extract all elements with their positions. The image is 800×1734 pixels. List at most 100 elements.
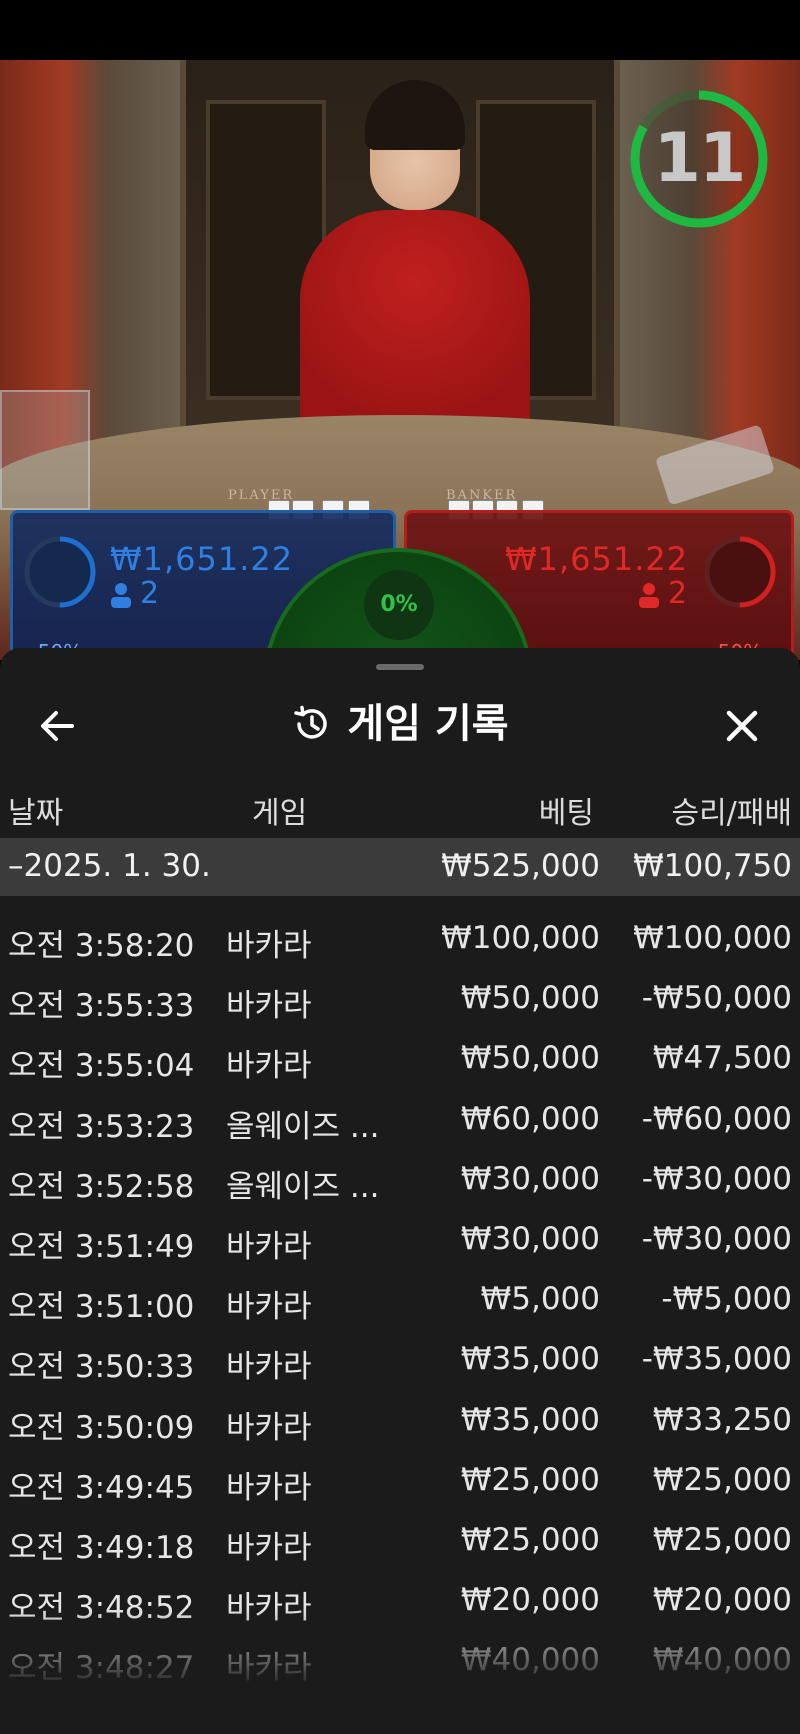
row-time: 오전 3:49:18 [8, 1529, 195, 1566]
row-game: 올웨이즈 ... [226, 1108, 380, 1145]
history-row[interactable]: 오전 3:58:20 바카라 ₩100,000 ₩100,000 [0, 912, 800, 972]
player-bettor-count: 2 [140, 576, 160, 611]
status-bar-area [0, 0, 800, 60]
row-time: 오전 3:58:20 [8, 928, 195, 964]
tie-percent: 0% [364, 570, 434, 640]
row-game: 바카라 [226, 1409, 312, 1446]
history-row[interactable]: 오전 3:48:27 바카라 ₩40,000 ₩40,000 [0, 1634, 800, 1694]
row-win-loss: ₩100,000 [633, 920, 792, 956]
row-bet: ₩40,000 [460, 1642, 600, 1679]
row-game: 올웨이즈 ... [226, 1168, 380, 1205]
row-win-loss: ₩40,000 [652, 1642, 792, 1679]
row-win-loss: -₩5,000 [661, 1281, 792, 1318]
summary-win-loss-total: ₩100,750 [633, 848, 792, 884]
column-header-game[interactable]: 게임 [252, 788, 307, 832]
row-bet: ₩50,000 [460, 980, 600, 1017]
row-bet: ₩50,000 [460, 1040, 600, 1077]
history-row[interactable]: 오전 3:49:18 바카라 ₩25,000 ₩25,000 [0, 1514, 800, 1574]
row-bet: ₩100,000 [441, 920, 600, 956]
row-game: 바카라 [226, 988, 312, 1025]
row-game: 바카라 [226, 1228, 312, 1265]
banker-bet-amount: ₩1,651.22 [505, 540, 689, 578]
row-win-loss: -₩50,000 [641, 980, 792, 1017]
sheet-drag-handle[interactable] [376, 664, 424, 670]
history-row[interactable]: 오전 3:51:49 바카라 ₩30,000 -₩30,000 [0, 1213, 800, 1273]
row-win-loss: -₩30,000 [641, 1220, 792, 1257]
history-row[interactable]: 오전 3:51:00 바카라 ₩5,000 -₩5,000 [0, 1273, 800, 1333]
row-time: 오전 3:55:04 [8, 1048, 195, 1085]
back-button[interactable] [30, 698, 86, 754]
dealer-body [300, 210, 530, 450]
row-bet: ₩30,000 [460, 1160, 600, 1197]
row-win-loss: ₩20,000 [652, 1582, 792, 1619]
row-win-loss: -₩35,000 [641, 1341, 792, 1378]
card-shoe [0, 390, 90, 510]
summary-bet-total: ₩525,000 [441, 848, 600, 884]
row-game: 바카라 [226, 1289, 312, 1326]
player-percent-ring: 50% [22, 534, 98, 664]
betting-countdown-timer: 11 [628, 88, 770, 230]
row-win-loss: ₩47,500 [652, 1040, 792, 1077]
column-header-bet[interactable]: 베팅 [539, 788, 594, 832]
row-bet: ₩60,000 [460, 1100, 600, 1137]
banker-bettor-count: 2 [668, 576, 688, 611]
row-win-loss: ₩25,000 [652, 1521, 792, 1558]
row-bet: ₩25,000 [460, 1461, 600, 1498]
game-history-sheet: 게임 기록 날짜 게임 베팅 승리/패배 –2025. 1. 30. ₩525,… [0, 648, 800, 1734]
row-bet: ₩35,000 [460, 1341, 600, 1378]
row-win-loss: ₩25,000 [652, 1461, 792, 1498]
row-time: 오전 3:55:33 [8, 988, 195, 1025]
row-time: 오전 3:50:09 [8, 1409, 195, 1446]
history-row[interactable]: 오전 3:50:09 바카라 ₩35,000 ₩33,250 [0, 1394, 800, 1454]
date-group-summary-row[interactable]: –2025. 1. 30. ₩525,000 ₩100,750 [0, 838, 800, 896]
row-game: 바카라 [226, 1529, 312, 1566]
history-rows: 오전 3:58:20 바카라 ₩100,000 ₩100,000 오전 3:55… [0, 912, 800, 1694]
row-bet: ₩30,000 [460, 1220, 600, 1257]
row-time: 오전 3:49:45 [8, 1469, 195, 1506]
row-game: 바카라 [226, 1590, 312, 1627]
arrow-left-icon [41, 711, 74, 741]
row-win-loss: -₩30,000 [641, 1160, 792, 1197]
row-game: 바카라 [226, 1650, 312, 1687]
history-row[interactable]: 오전 3:48:52 바카라 ₩20,000 ₩20,000 [0, 1574, 800, 1634]
row-game: 바카라 [226, 928, 312, 964]
history-icon [294, 705, 328, 739]
history-row[interactable]: 오전 3:55:33 바카라 ₩50,000 -₩50,000 [0, 972, 800, 1032]
history-row[interactable]: 오전 3:53:23 올웨이즈 ... ₩60,000 -₩60,000 [0, 1093, 800, 1153]
row-win-loss: -₩60,000 [641, 1100, 792, 1137]
history-row[interactable]: 오전 3:52:58 올웨이즈 ... ₩30,000 -₩30,000 [0, 1153, 800, 1213]
column-header-date[interactable]: 날짜 [8, 788, 63, 832]
column-header-win-loss[interactable]: 승리/패배 [671, 788, 792, 832]
player-bettor-count-wrap: 2 [110, 576, 159, 611]
person-icon [639, 582, 659, 608]
row-bet: ₩20,000 [460, 1582, 600, 1619]
row-time: 오전 3:48:52 [8, 1590, 195, 1627]
close-icon [726, 710, 758, 742]
row-time: 오전 3:53:23 [8, 1108, 195, 1145]
countdown-value: 11 [653, 119, 747, 198]
row-bet: ₩35,000 [460, 1401, 600, 1438]
person-icon [111, 582, 131, 608]
close-button[interactable] [714, 698, 770, 754]
banker-bettor-count-wrap: 2 [638, 576, 687, 611]
row-time: 오전 3:52:58 [8, 1168, 195, 1205]
history-row[interactable]: 오전 3:49:45 바카라 ₩25,000 ₩25,000 [0, 1454, 800, 1514]
row-game: 바카라 [226, 1048, 312, 1085]
sheet-title-wrap: 게임 기록 [0, 678, 800, 768]
history-row[interactable]: 오전 3:55:04 바카라 ₩50,000 ₩47,500 [0, 1032, 800, 1092]
history-column-headers: 날짜 게임 베팅 승리/패배 [0, 780, 800, 832]
sheet-header: 게임 기록 [0, 678, 800, 768]
row-win-loss: ₩33,250 [652, 1401, 792, 1438]
banker-percent-ring: 50% [702, 534, 778, 664]
player-bet-amount: ₩1,651.22 [110, 540, 294, 578]
history-row[interactable]: 오전 3:50:33 바카라 ₩35,000 -₩35,000 [0, 1333, 800, 1393]
row-time: 오전 3:48:27 [8, 1650, 195, 1687]
sheet-title: 게임 기록 [347, 700, 509, 747]
row-game: 바카라 [226, 1349, 312, 1386]
summary-date: –2025. 1. 30. [8, 848, 211, 884]
row-time: 오전 3:50:33 [8, 1349, 195, 1386]
row-bet: ₩5,000 [480, 1281, 600, 1318]
row-bet: ₩25,000 [460, 1521, 600, 1558]
row-time: 오전 3:51:00 [8, 1289, 195, 1326]
row-time: 오전 3:51:49 [8, 1228, 195, 1265]
